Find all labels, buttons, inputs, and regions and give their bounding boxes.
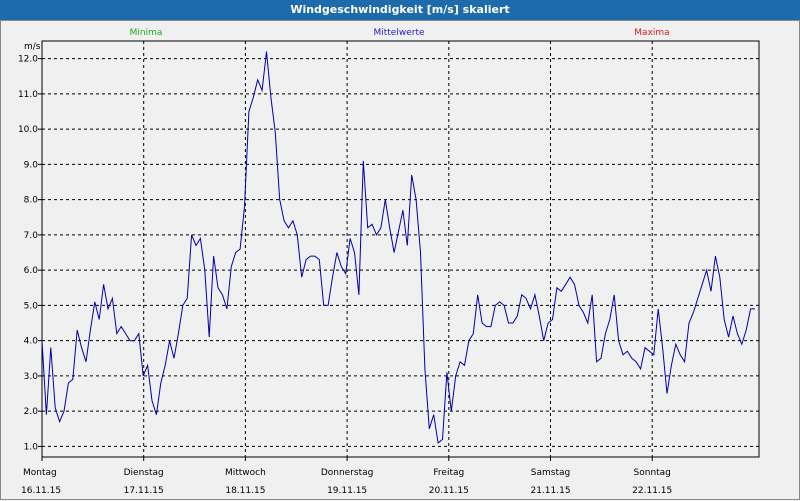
y-tick-label: 9.0 — [24, 160, 39, 170]
y-tick-label: 5.0 — [24, 301, 39, 311]
y-axis-unit: m/s — [24, 42, 41, 52]
x-tick-date: 16.11.15 — [21, 486, 61, 496]
x-tick-day: Mittwoch — [225, 468, 266, 478]
line-chart: m/s Minima Mittelwerte Maxima 1.0 2.0 3.0 4… — [18, 28, 760, 496]
legend-mittelwerte: Mittelwerte — [373, 28, 424, 38]
y-tick-label: 2.0 — [24, 407, 39, 417]
plot-frame — [41, 40, 760, 458]
grid — [38, 40, 760, 461]
x-tick-day: Montag — [23, 468, 57, 478]
x-tick-date: 17.11.15 — [124, 486, 164, 496]
x-tick-labels: Montag 16.11.15 Dienstag 17.11.15 Mittwoch 18… — [21, 468, 672, 496]
chart-panel: m/s Minima Mittelwerte Maxima 1.0 2.0 3.0 4… — [0, 20, 800, 500]
y-tick-label: 3.0 — [24, 372, 39, 382]
y-tick-label: 11.0 — [18, 90, 38, 100]
y-tick-label: 7.0 — [24, 231, 39, 241]
x-tick-day: Dienstag — [124, 468, 164, 478]
y-tick-label: 1.0 — [24, 442, 39, 452]
x-tick-date: 18.11.15 — [225, 486, 265, 496]
y-tick-label: 4.0 — [24, 337, 39, 347]
x-tick-day: Freitag — [433, 468, 464, 478]
y-tick-label: 12.0 — [18, 55, 38, 65]
y-tick-label: 6.0 — [24, 266, 39, 276]
chart-title: Windgeschwindigkeit [m/s] skaliert — [0, 0, 800, 20]
y-tick-labels: 1.0 2.0 3.0 4.0 5.0 6.0 7.0 8.0 9.0 10.0 11.0 12.0 — [18, 55, 38, 453]
x-tick-day: Samstag — [531, 468, 570, 478]
x-tick-date: 19.11.15 — [327, 486, 367, 496]
legend-minima: Minima — [130, 28, 163, 38]
x-tick-day: Sonntag — [634, 468, 671, 478]
x-tick-date: 22.11.15 — [632, 486, 672, 496]
x-tick-day: Donnerstag — [321, 468, 374, 478]
y-tick-label: 10.0 — [18, 125, 38, 135]
y-tick-label: 8.0 — [24, 196, 39, 206]
x-tick-date: 20.11.15 — [429, 486, 469, 496]
legend-maxima: Maxima — [634, 28, 669, 38]
series-line — [41, 51, 755, 444]
x-tick-date: 21.11.15 — [530, 486, 570, 496]
